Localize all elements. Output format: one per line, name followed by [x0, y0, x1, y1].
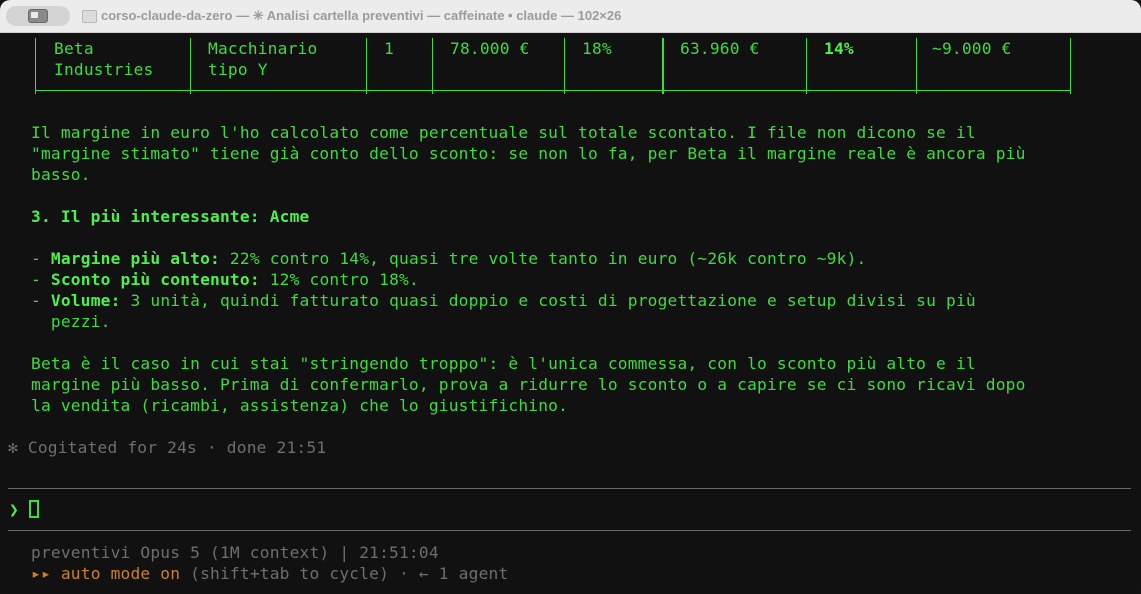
prompt-line: ❯	[9, 499, 39, 520]
bullet-continuation: pezzi.	[31, 312, 111, 331]
table-cell: 1	[384, 39, 394, 58]
prompt-top-divider	[8, 488, 1131, 489]
bullet-label: Margine più alto:	[50, 249, 220, 268]
footer-status: preventivi Opus 5 (1M context) | 21:51:0…	[31, 543, 439, 562]
paragraph-line: la vendita (ricambi, assistenza) che lo …	[31, 396, 569, 415]
table-border	[190, 38, 191, 94]
bullet-dash: -	[31, 249, 51, 268]
mode-hint: (shift+tab to cycle) · ← 1 agent	[180, 564, 509, 583]
bullet-label: Volume:	[50, 291, 121, 310]
paragraph-line: "margine stimato" tiene già conto dello …	[31, 144, 1026, 163]
bullet-label: Sconto più contenuto:	[50, 270, 260, 289]
bullet-dash: -	[31, 291, 51, 310]
table-cell: Macchinario	[208, 39, 318, 58]
bullet-item: - Sconto più contenuto: 12% contro 18%.	[31, 269, 419, 290]
table-border	[662, 38, 664, 94]
footer-mode-line: ▸▸ auto mode on (shift+tab to cycle) · ←…	[31, 563, 508, 584]
bullet-text: 22% contro 14%, quasi tre volte tanto in…	[219, 249, 867, 268]
prompt-bottom-divider	[8, 530, 1131, 531]
table-cell: tipo Y	[208, 60, 268, 79]
paragraph-line: Beta è il caso in cui stai "stringendo t…	[31, 354, 976, 373]
table-border	[916, 38, 917, 94]
bullet-item: - Volume: 3 unità, quindi fatturato quas…	[31, 290, 976, 311]
prompt-input-cursor[interactable]	[28, 500, 39, 518]
table-border	[366, 38, 367, 94]
table-bottom-border	[35, 90, 1071, 91]
table-cell: ~9.000 €	[932, 39, 1012, 58]
table-border	[35, 38, 36, 94]
table-border	[564, 38, 565, 94]
table-cell: Beta	[54, 39, 94, 58]
section-heading: 3. Il più interessante: Acme	[31, 207, 310, 226]
table-cell: 18%	[582, 39, 612, 58]
table-border	[806, 38, 807, 94]
table-cell: 78.000 €	[450, 39, 530, 58]
paragraph-line: margine più basso. Prima di confermarlo,…	[31, 375, 1026, 394]
folder-icon	[82, 10, 97, 23]
prompt-symbol: ❯	[9, 500, 19, 519]
cogitated-status: ✻ Cogitated for 24s · done 21:51	[8, 438, 327, 457]
bullet-text: 12% contro 18%.	[259, 270, 419, 289]
table-cell: 14%	[824, 39, 854, 58]
terminal-window: corso-claude-da-zero — ✳ Analisi cartell…	[0, 0, 1141, 594]
table-cell: Industries	[54, 60, 154, 79]
table-border	[432, 38, 433, 94]
tab-overview-icon	[28, 9, 48, 23]
tab-overview-button[interactable]	[6, 6, 70, 26]
table-border	[1070, 38, 1071, 94]
auto-mode-label[interactable]: auto mode on	[51, 564, 180, 583]
bullet-text: 3 unità, quindi fatturato quasi doppio e…	[120, 291, 976, 310]
paragraph-line: Il margine in euro l'ho calcolato come p…	[31, 123, 976, 142]
title-bar: corso-claude-da-zero — ✳ Analisi cartell…	[0, 0, 1141, 33]
bullet-dash: -	[31, 270, 51, 289]
bullet-item: - Margine più alto: 22% contro 14%, quas…	[31, 248, 866, 269]
fast-forward-icon: ▸▸	[31, 564, 51, 583]
paragraph-line: basso.	[31, 165, 91, 184]
table-cell: 63.960 €	[680, 39, 760, 58]
terminal-output: Beta Macchinario 1 78.000 € 18% 63.960 €…	[0, 32, 1141, 594]
window-title: corso-claude-da-zero — ✳ Analisi cartell…	[101, 8, 622, 23]
